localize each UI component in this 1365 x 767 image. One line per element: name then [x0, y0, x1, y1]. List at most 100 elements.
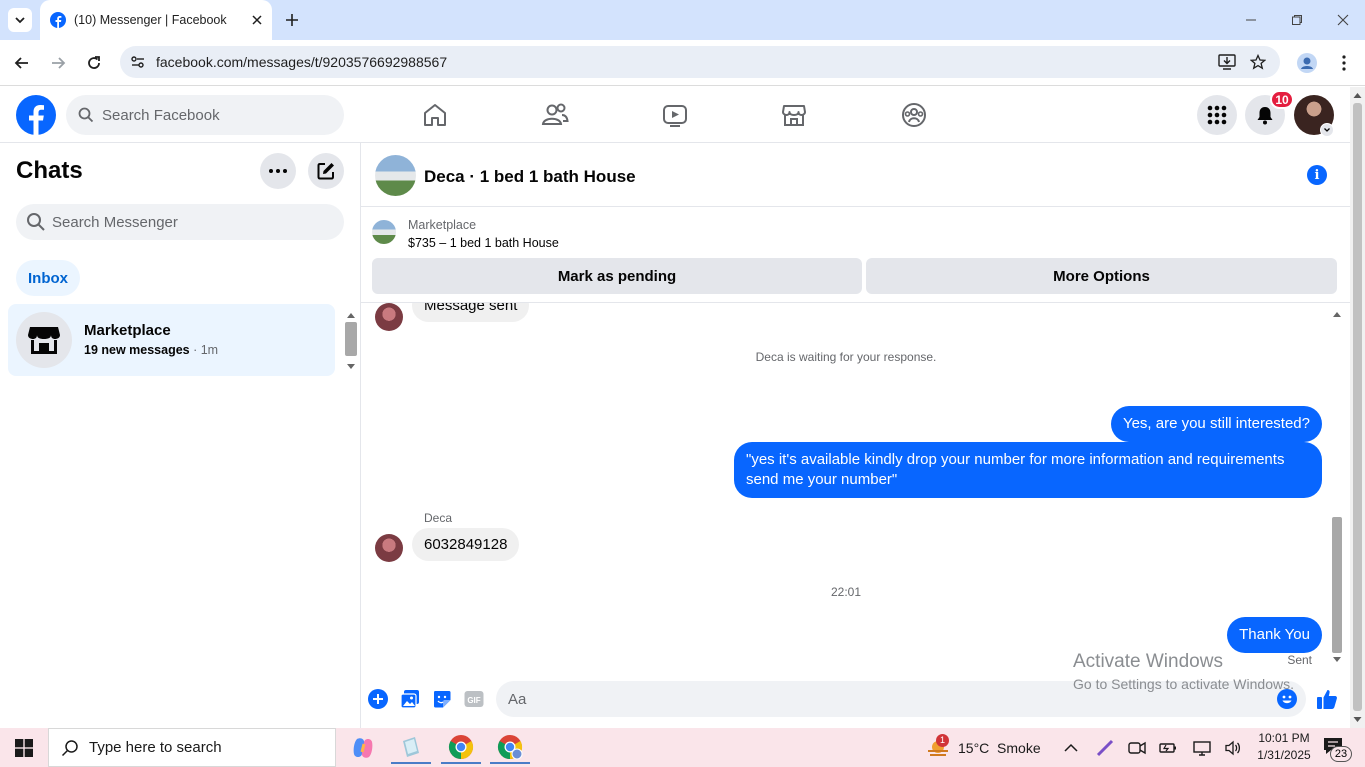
taskbar-search-placeholder: Type here to search: [89, 739, 222, 756]
browser-profile-icon[interactable]: [1296, 52, 1318, 74]
conversation-time: · 1m: [189, 343, 219, 357]
messenger-search-input[interactable]: Search Messenger: [16, 204, 344, 240]
facebook-logo-icon[interactable]: [16, 95, 56, 135]
marketplace-label: Marketplace: [408, 218, 477, 232]
network-icon[interactable]: [1193, 728, 1211, 767]
listing-thumbnail[interactable]: [372, 220, 396, 244]
listing-avatar[interactable]: [375, 155, 416, 196]
contact-avatar: [375, 534, 403, 562]
message-input[interactable]: Aa: [496, 681, 1306, 717]
back-arrow-icon[interactable]: [11, 52, 33, 74]
weather-text: 15°C Smoke: [958, 739, 1041, 756]
new-tab-plus-icon[interactable]: [282, 10, 302, 30]
conversation-info-icon[interactable]: i: [1307, 165, 1327, 185]
attach-photo-icon[interactable]: [399, 688, 421, 710]
message-thread: Message sent Deca is waiting for your re…: [361, 303, 1350, 665]
reload-icon[interactable]: [83, 52, 105, 74]
window-close-icon[interactable]: [1320, 0, 1365, 40]
chat-scrollbar[interactable]: [1330, 305, 1344, 669]
search-icon: [78, 107, 94, 123]
bookmark-star-icon[interactable]: [1250, 54, 1266, 70]
message-bubble-outgoing: "yes it's available kindly drop your num…: [734, 442, 1322, 498]
windows-start-icon[interactable]: [0, 728, 48, 767]
taskbar-search-icon: [61, 739, 79, 757]
window-minimize-icon[interactable]: [1228, 0, 1274, 40]
taskbar-search-box[interactable]: Type here to search: [48, 728, 336, 767]
marketplace-icon[interactable]: [776, 97, 812, 133]
home-icon[interactable]: [417, 97, 453, 133]
windows-taskbar: Type here to search 1 15°C Smoke 10:01 P…: [0, 728, 1365, 767]
facebook-top-bar: Search Facebook 10: [0, 87, 1350, 143]
chat-panel: Deca · 1 bed 1 bath House i Marketplace …: [361, 143, 1350, 728]
page-scrollbar[interactable]: [1350, 87, 1365, 728]
facebook-search-input[interactable]: Search Facebook: [66, 95, 344, 135]
message-sender-name: Deca: [424, 511, 453, 525]
forward-arrow-icon[interactable]: [47, 52, 69, 74]
volume-icon[interactable]: [1224, 728, 1242, 767]
meet-now-icon[interactable]: [1128, 728, 1146, 767]
message-bubble-incoming: Message sent: [412, 303, 530, 322]
like-thumbs-up-icon[interactable]: [1316, 688, 1338, 710]
more-options-button[interactable]: More Options: [866, 258, 1337, 294]
chat-title[interactable]: Deca · 1 bed 1 bath House: [424, 167, 636, 187]
friends-icon[interactable]: [537, 97, 573, 133]
marketplace-store-icon: [16, 312, 72, 368]
chrome-app-icon[interactable]: [441, 732, 481, 764]
message-composer: GIF Aa: [361, 673, 1350, 728]
chrome-profile-app-icon[interactable]: [490, 732, 530, 764]
contact-avatar: [375, 303, 403, 331]
message-sent-status: Sent: [1287, 653, 1312, 665]
search-icon: [26, 212, 46, 232]
conversation-preview: 19 new messages · 1m: [84, 343, 218, 357]
facebook-search-placeholder: Search Facebook: [102, 106, 220, 124]
gif-icon[interactable]: GIF: [463, 688, 485, 710]
new-message-compose-icon[interactable]: [308, 153, 344, 189]
message-timestamp: 22:01: [830, 585, 862, 599]
sticker-icon[interactable]: [431, 688, 453, 710]
message-bubble-incoming: 6032849128: [412, 528, 520, 561]
groups-icon[interactable]: [896, 97, 932, 133]
emoji-picker-icon[interactable]: [1276, 688, 1298, 710]
menu-grid-icon[interactable]: [1197, 95, 1237, 135]
conversation-preview-text: 19 new messages: [84, 343, 190, 357]
marketplace-listing-bar: Marketplace $735 – 1 bed 1 bath House Ma…: [361, 208, 1350, 303]
listing-price-title[interactable]: $735 – 1 bed 1 bath House: [408, 236, 559, 250]
chat-header: Deca · 1 bed 1 bath House i: [361, 143, 1350, 207]
copilot-app-icon[interactable]: [343, 732, 383, 764]
window-restore-icon[interactable]: [1274, 0, 1320, 40]
tab-title: (10) Messenger | Facebook: [74, 13, 227, 27]
conversation-name: Marketplace: [84, 322, 171, 339]
waiting-response-notice: Deca is waiting for your response.: [755, 350, 937, 364]
conversation-list-item[interactable]: Marketplace 19 new messages · 1m: [8, 304, 335, 376]
clock-time: 10:01 PM: [1258, 731, 1310, 745]
notification-badge: 10: [1270, 90, 1294, 109]
battery-power-icon[interactable]: [1159, 728, 1177, 767]
chats-sidebar: Chats Search Messenger Inbox Marketplace…: [0, 143, 361, 728]
browser-tab-bar: (10) Messenger | Facebook: [0, 0, 1365, 40]
tab-search-chevron-icon[interactable]: [8, 8, 32, 32]
tab-close-icon[interactable]: [252, 15, 262, 25]
weather-alert-badge: 1: [936, 733, 949, 747]
inbox-filter-tab[interactable]: Inbox: [16, 260, 80, 296]
facebook-favicon-icon: [50, 12, 66, 28]
address-bar[interactable]: facebook.com/messages/t/9203576692988567: [120, 46, 1280, 78]
action-center-count: 23: [1330, 746, 1352, 762]
chat-options-more-icon[interactable]: [260, 153, 296, 189]
show-hidden-icons-chevron[interactable]: [1064, 728, 1078, 767]
sidebar-scrollbar[interactable]: [343, 304, 359, 376]
messenger-search-placeholder: Search Messenger: [52, 213, 178, 231]
clock-date: 1/31/2025: [1257, 748, 1311, 762]
file-app-icon[interactable]: [391, 732, 431, 764]
video-icon[interactable]: [657, 97, 693, 133]
weather-haze-icon: 1: [926, 733, 950, 759]
taskbar-clock[interactable]: 10:01 PM 1/31/2025: [1254, 730, 1314, 764]
browser-menu-icon[interactable]: [1333, 52, 1355, 74]
account-chevron-icon[interactable]: [1320, 123, 1334, 137]
site-settings-icon[interactable]: [130, 54, 146, 70]
mark-as-pending-button[interactable]: Mark as pending: [372, 258, 862, 294]
install-app-icon[interactable]: [1218, 54, 1236, 70]
pen-icon[interactable]: [1096, 728, 1114, 767]
browser-tab-active[interactable]: (10) Messenger | Facebook: [40, 0, 272, 40]
weather-widget[interactable]: 1 15°C Smoke: [926, 728, 1041, 767]
more-actions-plus-icon[interactable]: [367, 688, 389, 710]
